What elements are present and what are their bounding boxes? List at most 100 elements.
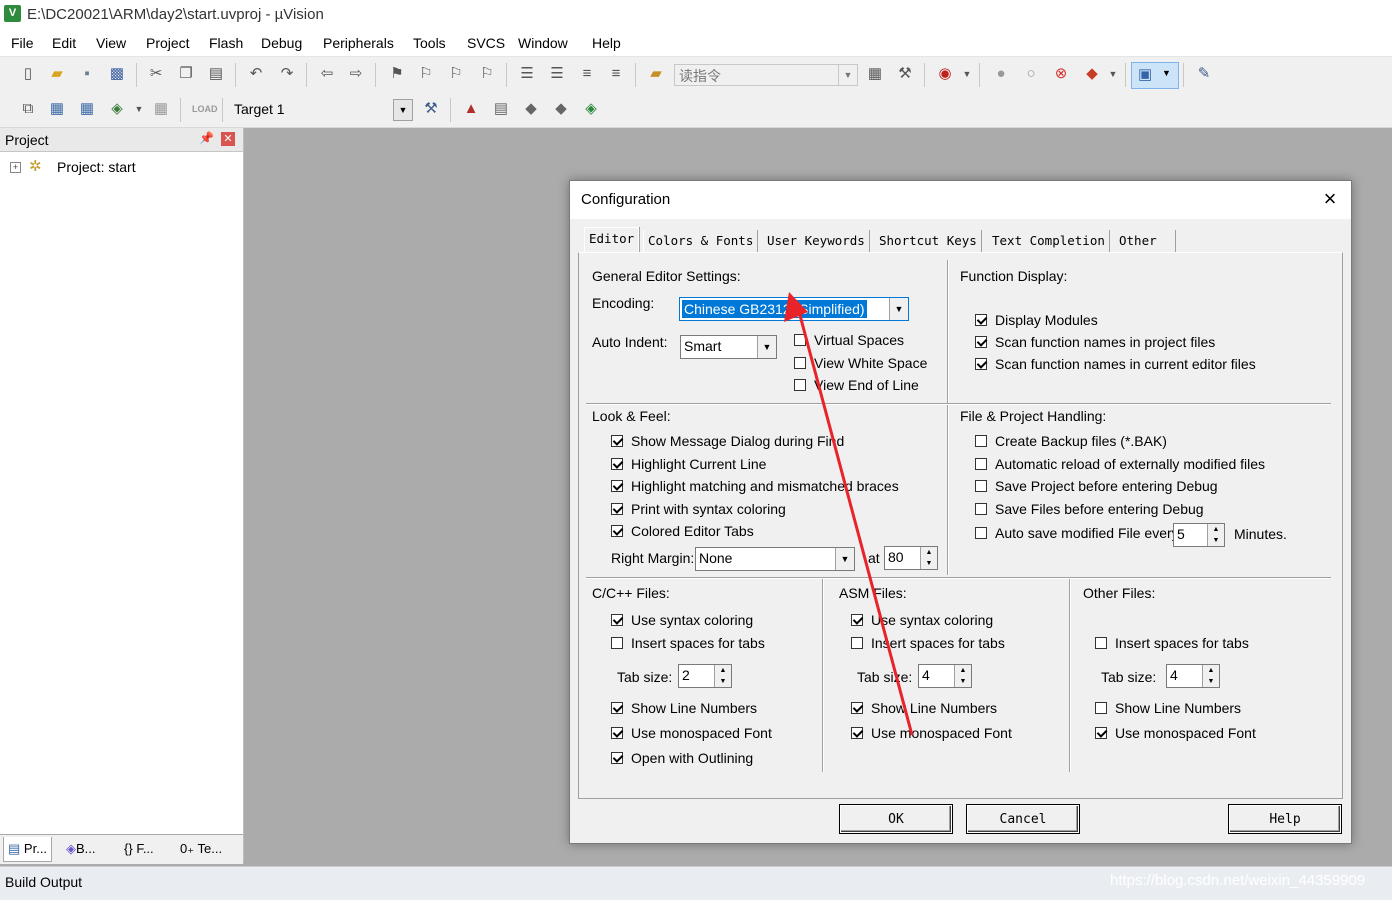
manage-multi-project-icon[interactable]: ▤ — [490, 98, 512, 120]
navigate-forward-icon[interactable]: ⇨ — [345, 63, 367, 85]
tab-user-keywords[interactable]: User Keywords — [763, 230, 869, 252]
virtual-spaces-checkbox[interactable]: Virtual Spaces — [794, 332, 904, 348]
menu-file[interactable]: File — [11, 35, 34, 51]
asm-tab-size-spinner[interactable]: 4 ▲ ▼ — [918, 664, 972, 688]
window-layout-button[interactable]: ▣ ▼ — [1131, 62, 1179, 89]
close-icon[interactable]: ✕ — [221, 132, 235, 146]
cancel-button[interactable]: Cancel — [967, 805, 1079, 833]
configure-wrench-icon[interactable]: ✎ — [1193, 63, 1215, 85]
print-syntax-checkbox[interactable]: Print with syntax coloring — [611, 501, 786, 517]
c-outlining-checkbox[interactable]: Open with Outlining — [611, 750, 753, 766]
tab-shortcut-keys[interactable]: Shortcut Keys — [875, 230, 981, 252]
chevron-down-icon[interactable]: ▼ — [838, 65, 857, 85]
select-software-packs-icon[interactable]: ◆ — [550, 98, 572, 120]
asm-monospaced-checkbox[interactable]: Use monospaced Font — [851, 725, 1012, 741]
download-load-icon[interactable]: LOAD — [192, 98, 218, 120]
asm-syntax-coloring-checkbox[interactable]: Use syntax coloring — [851, 612, 993, 628]
c-monospaced-checkbox[interactable]: Use monospaced Font — [611, 725, 772, 741]
menu-view[interactable]: View — [96, 35, 126, 51]
spinner-arrows-icon[interactable]: ▲ ▼ — [714, 665, 731, 687]
rebuild-icon[interactable]: ▦ — [76, 98, 98, 120]
auto-reload-checkbox[interactable]: Automatic reload of externally modified … — [975, 456, 1265, 472]
menu-tools[interactable]: Tools — [413, 35, 446, 51]
ok-button[interactable]: OK — [840, 805, 952, 833]
show-message-checkbox[interactable]: Show Message Dialog during Find — [611, 433, 844, 449]
spinner-arrows-icon[interactable]: ▲ ▼ — [1202, 665, 1219, 687]
auto-indent-select[interactable]: Smart ▼ — [680, 335, 777, 359]
find-combo[interactable]: 读指令 ▼ — [674, 64, 858, 86]
display-modules-checkbox[interactable]: Display Modules — [975, 312, 1098, 328]
batch-build-icon[interactable]: ◈ — [106, 98, 128, 120]
translate-icon[interactable]: ⧉ — [17, 98, 39, 120]
tab-books[interactable]: ◈B... — [62, 837, 100, 861]
other-line-numbers-checkbox[interactable]: Show Line Numbers — [1095, 700, 1241, 716]
cut-icon[interactable]: ✂ — [145, 63, 167, 85]
highlight-line-checkbox[interactable]: Highlight Current Line — [611, 456, 766, 472]
spinner-arrows-icon[interactable]: ▲ ▼ — [1207, 524, 1224, 546]
stop-build-icon[interactable]: ▦ — [150, 98, 172, 120]
indent-icon[interactable]: ☰ — [516, 63, 538, 85]
close-icon[interactable]: × — [1318, 187, 1342, 211]
tab-text-completion[interactable]: Text Completion — [988, 230, 1109, 252]
tab-functions[interactable]: {} F... — [120, 837, 158, 861]
highlight-braces-checkbox[interactable]: Highlight matching and mismatched braces — [611, 478, 899, 494]
menu-peripherals[interactable]: Peripherals — [323, 35, 394, 51]
breakpoint-dropdown-icon[interactable]: ▼ — [1102, 63, 1124, 85]
paste-icon[interactable]: ▤ — [205, 63, 227, 85]
c-line-numbers-checkbox[interactable]: Show Line Numbers — [611, 700, 757, 716]
spinner-arrows-icon[interactable]: ▲ ▼ — [954, 665, 971, 687]
copy-icon[interactable]: ❐ — [175, 63, 197, 85]
batch-dropdown-icon[interactable]: ▼ — [128, 98, 150, 120]
breakpoint-kill-all-icon[interactable]: ◆ — [1081, 63, 1103, 85]
tab-templates[interactable]: 0₊ Te... — [176, 837, 226, 861]
uncomment-icon[interactable]: ≡ — [605, 63, 627, 85]
right-margin-select[interactable]: None ▼ — [695, 547, 855, 571]
incremental-find-icon[interactable]: ⚒ — [894, 63, 916, 85]
bookmark-icon[interactable]: ⚑ — [386, 63, 408, 85]
colored-tabs-checkbox[interactable]: Colored Editor Tabs — [611, 523, 754, 539]
debug-session-icon[interactable]: ◉ — [934, 63, 956, 85]
open-folder-icon[interactable]: ▰ — [46, 63, 68, 85]
menu-edit[interactable]: Edit — [52, 35, 76, 51]
undo-icon[interactable]: ↶ — [245, 63, 267, 85]
tab-colors-fonts[interactable]: Colors & Fonts — [643, 230, 757, 252]
manage-project-items-icon[interactable]: ▲ — [460, 98, 482, 120]
c-insert-spaces-checkbox[interactable]: Insert spaces for tabs — [611, 635, 765, 651]
view-end-of-line-checkbox[interactable]: View End of Line — [794, 377, 919, 393]
find-icon[interactable]: ▦ — [864, 63, 886, 85]
save-project-checkbox[interactable]: Save Project before entering Debug — [975, 478, 1218, 494]
debug-dropdown-icon[interactable]: ▼ — [956, 63, 978, 85]
find-in-files-icon[interactable]: ▰ — [645, 63, 667, 85]
tab-project[interactable]: ▤ Pr... — [3, 837, 53, 862]
other-tab-size-spinner[interactable]: 4 ▲ ▼ — [1166, 664, 1220, 688]
navigate-back-icon[interactable]: ⇦ — [316, 63, 338, 85]
expand-icon[interactable]: + — [10, 162, 21, 173]
auto-save-minutes-spinner[interactable]: 5 ▲ ▼ — [1173, 523, 1225, 547]
save-files-checkbox[interactable]: Save Files before entering Debug — [975, 501, 1204, 517]
c-syntax-coloring-checkbox[interactable]: Use syntax coloring — [611, 612, 753, 628]
help-button[interactable]: Help — [1229, 805, 1341, 833]
manage-run-time-environment-icon[interactable]: ◈ — [580, 98, 602, 120]
redo-icon[interactable]: ↷ — [276, 63, 298, 85]
menu-debug[interactable]: Debug — [261, 35, 302, 51]
unindent-icon[interactable]: ☰ — [546, 63, 568, 85]
view-white-space-checkbox[interactable]: View White Space — [794, 355, 927, 371]
c-tab-size-spinner[interactable]: 2 ▲ ▼ — [678, 664, 732, 688]
build-icon[interactable]: ▦ — [46, 98, 68, 120]
chevron-down-icon[interactable]: ▼ — [393, 99, 413, 121]
menu-svcs[interactable]: SVCS — [467, 35, 505, 51]
tab-editor[interactable]: Editor — [584, 227, 640, 253]
new-file-icon[interactable]: ▯ — [17, 63, 39, 85]
breakpoint-enable-icon[interactable]: ○ — [1020, 63, 1042, 85]
scan-project-checkbox[interactable]: Scan function names in project files — [975, 334, 1215, 350]
asm-insert-spaces-checkbox[interactable]: Insert spaces for tabs — [851, 635, 1005, 651]
menu-window[interactable]: Window — [518, 35, 568, 51]
menu-help[interactable]: Help — [592, 35, 621, 51]
target-select[interactable]: Target 1 ▼ — [229, 98, 413, 121]
pin-icon[interactable]: 📌 — [199, 131, 214, 145]
create-backup-checkbox[interactable]: Create Backup files (*.BAK) — [975, 433, 1167, 449]
tab-other[interactable]: Other — [1115, 230, 1175, 252]
right-margin-column-spinner[interactable]: 80 ▲ ▼ — [884, 546, 938, 570]
save-icon[interactable]: ▪ — [76, 63, 98, 85]
menu-project[interactable]: Project — [146, 35, 190, 51]
